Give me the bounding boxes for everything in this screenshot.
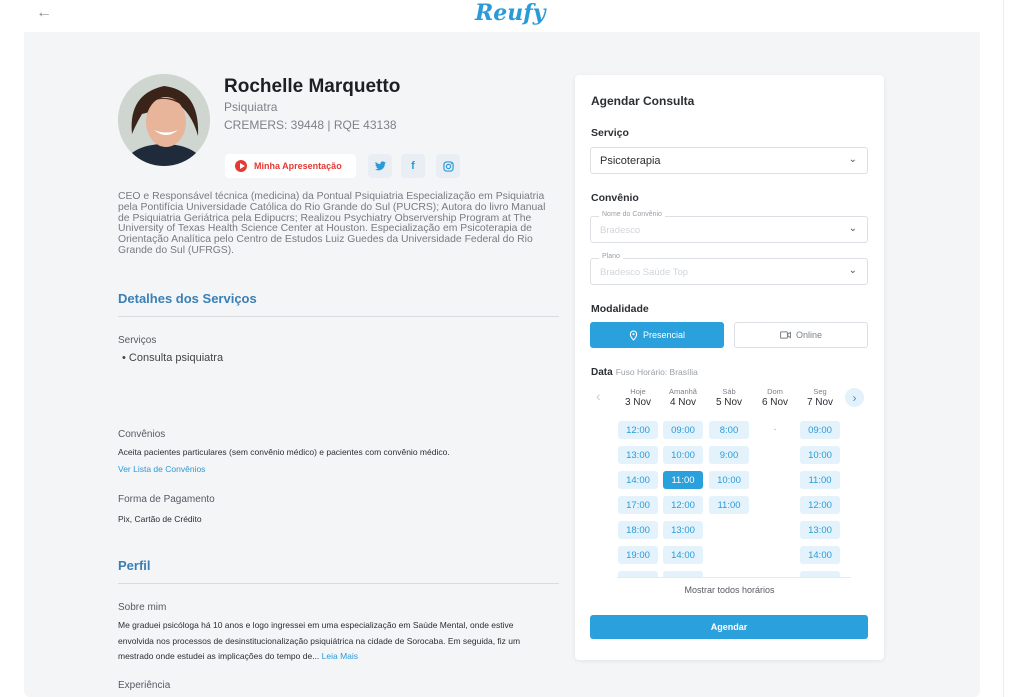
about-text: Me graduei psicóloga há 10 anos e logo i… bbox=[118, 620, 521, 661]
location-pin-icon bbox=[629, 329, 638, 341]
time-slot[interactable]: 18:00 bbox=[618, 521, 658, 539]
time-slot[interactable]: 10:00 bbox=[800, 446, 840, 464]
facebook-icon[interactable]: f bbox=[401, 154, 425, 178]
services-section-title: Detalhes dos Serviços bbox=[118, 291, 257, 306]
time-slot[interactable]: 14:00 bbox=[618, 471, 658, 489]
time-slot[interactable]: 11:00 bbox=[800, 471, 840, 489]
chevron-down-icon: ⌄ bbox=[848, 223, 857, 234]
insurance-name-select[interactable]: Nome do Convênio Bradesco ⌄ bbox=[590, 211, 868, 243]
book-button[interactable]: Agendar bbox=[590, 615, 868, 639]
show-all-times-button[interactable]: Mostrar todos horários bbox=[575, 585, 884, 595]
about-label: Sobre mim bbox=[118, 602, 167, 613]
insurance-list-link[interactable]: Ver Lista de Convênios bbox=[118, 464, 205, 474]
insurance-label: Convênios bbox=[118, 429, 166, 440]
time-slot-selected[interactable]: 11:00 bbox=[663, 471, 703, 489]
chevron-down-icon: ⌄ bbox=[848, 265, 857, 276]
no-slots-dash: - bbox=[773, 424, 777, 434]
divider bbox=[617, 577, 851, 578]
top-bar: ← Reufy bbox=[0, 0, 1003, 32]
plan-select[interactable]: Plano Bradesco Saúde Top ⌄ bbox=[590, 253, 868, 285]
time-slot[interactable]: 13:00 bbox=[800, 521, 840, 539]
scrollbar-track[interactable] bbox=[1003, 0, 1023, 697]
next-days-icon[interactable]: › bbox=[845, 388, 864, 407]
doctor-avatar bbox=[118, 74, 210, 166]
day-header: Amanhã 4 Nov bbox=[669, 387, 697, 408]
reufy-logo[interactable]: Reufy bbox=[475, 0, 546, 26]
day-header: Hoje 3 Nov bbox=[624, 387, 652, 408]
video-presentation-label: Minha Apresentação bbox=[254, 161, 342, 171]
time-slot[interactable]: 8:00 bbox=[709, 421, 749, 439]
insurance-name-value: Bradesco bbox=[600, 225, 641, 236]
doctor-bio: CEO e Responsável técnica (medicina) da … bbox=[118, 191, 546, 256]
divider bbox=[118, 316, 559, 317]
time-slot[interactable]: 12:00 bbox=[800, 496, 840, 514]
timezone-label: Fuso Horário: Brasília bbox=[615, 367, 698, 377]
booking-card: Agendar Consulta Serviço Psicoterapia ⌄ … bbox=[575, 75, 884, 660]
service-value: Psicoterapia bbox=[600, 155, 661, 167]
time-slot[interactable]: 17:00 bbox=[618, 496, 658, 514]
plan-value: Bradesco Saúde Top bbox=[600, 267, 689, 278]
profile-section-title: Perfil bbox=[118, 558, 151, 573]
divider bbox=[118, 583, 559, 584]
doctor-specialty: Psiquiatra bbox=[224, 100, 278, 114]
chevron-down-icon: ⌄ bbox=[848, 154, 857, 165]
time-slot[interactable]: 14:00 bbox=[663, 546, 703, 564]
plan-float-label: Plano bbox=[599, 253, 623, 260]
time-slot[interactable]: 10:00 bbox=[663, 446, 703, 464]
time-slot[interactable]: 09:00 bbox=[663, 421, 703, 439]
time-slot[interactable]: 11:00 bbox=[709, 496, 749, 514]
payment-text: Pix, Cartão de Crédito bbox=[118, 514, 202, 524]
read-more-link[interactable]: Leia Mais bbox=[322, 651, 358, 661]
day-header: Seg 7 Nov bbox=[806, 387, 834, 408]
service-select[interactable]: Psicoterapia ⌄ bbox=[590, 147, 868, 174]
online-label: Online bbox=[795, 330, 822, 340]
insurance-text: Aceita pacientes particulares (sem convê… bbox=[118, 447, 450, 457]
video-presentation-button[interactable]: Minha Apresentação bbox=[225, 154, 356, 178]
booking-title: Agendar Consulta bbox=[591, 94, 695, 108]
time-slot[interactable]: 12:00 bbox=[663, 496, 703, 514]
insurance-label: Convênio bbox=[591, 192, 639, 204]
service-label: Serviço bbox=[591, 127, 629, 139]
online-button[interactable]: Online bbox=[734, 322, 868, 348]
day-header: Dom 6 Nov bbox=[761, 387, 789, 408]
play-icon bbox=[235, 160, 247, 172]
experience-label: Experiência bbox=[118, 680, 171, 691]
date-label: Data Fuso Horário: Brasília bbox=[591, 367, 698, 378]
time-slot[interactable]: 14:00 bbox=[800, 546, 840, 564]
payment-label: Forma de Pagamento bbox=[118, 494, 215, 505]
twitter-icon[interactable] bbox=[368, 154, 392, 178]
previous-days-icon[interactable]: ‹ bbox=[596, 388, 601, 404]
doctor-registry: CREMERS: 39448 | RQE 43138 bbox=[224, 118, 397, 132]
time-slot[interactable]: 12:00 bbox=[618, 421, 658, 439]
time-slot[interactable]: 10:00 bbox=[709, 471, 749, 489]
time-slot[interactable]: 13:00 bbox=[618, 446, 658, 464]
time-slot[interactable]: 13:00 bbox=[663, 521, 703, 539]
time-slot[interactable]: 19:00 bbox=[618, 546, 658, 564]
day-header: Sáb 5 Nov bbox=[715, 387, 743, 408]
services-label: Serviços bbox=[118, 335, 157, 346]
modality-label: Modalidade bbox=[591, 303, 649, 315]
time-slot[interactable]: 09:00 bbox=[800, 421, 840, 439]
instagram-icon[interactable] bbox=[436, 154, 460, 178]
services-list-item: • Consulta psiquiatra bbox=[122, 352, 224, 364]
back-arrow-icon[interactable]: ← bbox=[36, 4, 52, 22]
video-camera-icon bbox=[780, 331, 791, 339]
doctor-name: Rochelle Marquetto bbox=[224, 76, 401, 97]
insurance-name-float-label: Nome do Convênio bbox=[599, 211, 665, 218]
in-person-button[interactable]: Presencial bbox=[590, 322, 724, 348]
time-slots-grid: 12:00 13:00 14:00 17:00 18:00 19:00 09:0… bbox=[575, 420, 884, 578]
time-slot[interactable]: 9:00 bbox=[709, 446, 749, 464]
in-person-label: Presencial bbox=[642, 330, 686, 340]
